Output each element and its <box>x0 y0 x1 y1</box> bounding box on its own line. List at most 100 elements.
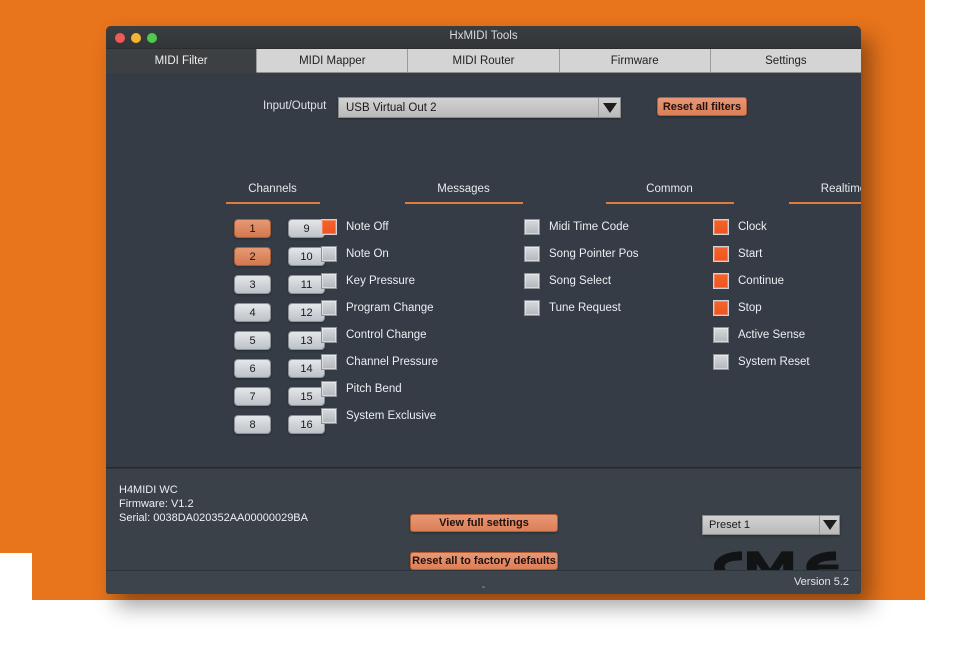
checkbox-label: Note On <box>346 248 389 260</box>
channel-button-12[interactable]: 12 <box>288 303 325 322</box>
io-label: Input/Output <box>263 100 326 112</box>
tab-firmware[interactable]: Firmware <box>560 49 711 73</box>
io-select-value: USB Virtual Out 2 <box>339 102 598 114</box>
page-edge-bottom <box>0 600 957 645</box>
checkbox-row-system-reset[interactable]: System Reset <box>713 354 810 370</box>
checkbox-row-song-select[interactable]: Song Select <box>524 273 639 289</box>
tab-label: MIDI Filter <box>155 55 208 67</box>
checkbox-key-pressure[interactable] <box>321 273 337 289</box>
checkbox-row-active-sense[interactable]: Active Sense <box>713 327 810 343</box>
tab-settings[interactable]: Settings <box>711 49 861 73</box>
checkbox-row-clock[interactable]: Clock <box>713 219 810 235</box>
checkbox-clock[interactable] <box>713 219 729 235</box>
column-header-common: Common <box>592 183 747 195</box>
checkbox-start[interactable] <box>713 246 729 262</box>
chevron-down-icon[interactable] <box>598 98 620 117</box>
checkbox-label: Active Sense <box>738 329 805 341</box>
channel-button-11[interactable]: 11 <box>288 275 325 294</box>
channel-button-5[interactable]: 5 <box>234 331 271 350</box>
tab-label: Firmware <box>611 55 659 67</box>
checkbox-row-note-on[interactable]: Note On <box>321 246 438 262</box>
checkbox-label: Key Pressure <box>346 275 415 287</box>
channel-column-left: 1 2 3 4 5 6 7 8 <box>234 219 271 434</box>
tab-midi-mapper[interactable]: MIDI Mapper <box>257 49 408 73</box>
reset-all-filters-button[interactable]: Reset all filters <box>657 97 747 116</box>
column-channels: Channels <box>195 183 350 204</box>
channel-button-4[interactable]: 4 <box>234 303 271 322</box>
checkbox-row-system-exclusive[interactable]: System Exclusive <box>321 408 438 424</box>
messages-checkbox-list[interactable]: Note Off Note On Key Pressure Program Ch… <box>321 219 438 424</box>
channel-button-3[interactable]: 3 <box>234 275 271 294</box>
io-select[interactable]: USB Virtual Out 2 <box>338 97 621 118</box>
tab-bar[interactable]: MIDI Filter MIDI Mapper MIDI Router Firm… <box>106 49 861 73</box>
checkbox-row-note-off[interactable]: Note Off <box>321 219 438 235</box>
common-checkbox-list[interactable]: Midi Time Code Song Pointer Pos Song Sel… <box>524 219 639 316</box>
column-common: Common <box>592 183 747 204</box>
realtime-checkbox-list[interactable]: Clock Start Continue Stop Active Sense <box>713 219 810 370</box>
window-title: HxMIDI Tools <box>106 30 861 42</box>
checkbox-pitch-bend[interactable] <box>321 381 337 397</box>
checkbox-continue[interactable] <box>713 273 729 289</box>
title-bar: HxMIDI Tools <box>106 26 861 49</box>
channel-button-grid[interactable]: 1 2 3 4 5 6 7 8 9 10 11 12 13 14 15 <box>234 219 325 434</box>
checkbox-row-control-change[interactable]: Control Change <box>321 327 438 343</box>
checkbox-row-start[interactable]: Start <box>713 246 810 262</box>
checkbox-note-off[interactable] <box>321 219 337 235</box>
checkbox-system-exclusive[interactable] <box>321 408 337 424</box>
channel-button-6[interactable]: 6 <box>234 359 271 378</box>
preset-select[interactable]: Preset 1 <box>702 515 840 535</box>
checkbox-row-tune-request[interactable]: Tune Request <box>524 300 639 316</box>
channel-button-10[interactable]: 10 <box>288 247 325 266</box>
channel-button-14[interactable]: 14 <box>288 359 325 378</box>
checkbox-row-stop[interactable]: Stop <box>713 300 810 316</box>
view-full-settings-button[interactable]: View full settings <box>410 514 558 532</box>
checkbox-row-pitch-bend[interactable]: Pitch Bend <box>321 381 438 397</box>
device-name: H4MIDI WC <box>119 483 308 497</box>
chevron-down-icon[interactable] <box>819 516 839 534</box>
checkbox-song-pointer-pos[interactable] <box>524 246 540 262</box>
checkbox-song-select[interactable] <box>524 273 540 289</box>
status-version: Version 5.2 <box>794 576 849 588</box>
checkbox-row-channel-pressure[interactable]: Channel Pressure <box>321 354 438 370</box>
tab-midi-router[interactable]: MIDI Router <box>408 49 559 73</box>
tab-label: MIDI Router <box>453 55 515 67</box>
channel-button-16[interactable]: 16 <box>288 415 325 434</box>
reset-to-factory-defaults-button[interactable]: Reset all to factory defaults <box>410 552 558 570</box>
channel-column-right: 9 10 11 12 13 14 15 16 <box>288 219 325 434</box>
checkbox-row-key-pressure[interactable]: Key Pressure <box>321 273 438 289</box>
checkbox-row-continue[interactable]: Continue <box>713 273 810 289</box>
column-rule <box>405 202 523 204</box>
channel-button-7[interactable]: 7 <box>234 387 271 406</box>
checkbox-active-sense[interactable] <box>713 327 729 343</box>
checkbox-row-song-pointer-pos[interactable]: Song Pointer Pos <box>524 246 639 262</box>
device-firmware: Firmware: V1.2 <box>119 497 308 511</box>
channel-button-8[interactable]: 8 <box>234 415 271 434</box>
checkbox-label: Continue <box>738 275 784 287</box>
channel-button-13[interactable]: 13 <box>288 331 325 350</box>
checkbox-label: Note Off <box>346 221 389 233</box>
checkbox-channel-pressure[interactable] <box>321 354 337 370</box>
channel-button-1[interactable]: 1 <box>234 219 271 238</box>
channel-button-2[interactable]: 2 <box>234 247 271 266</box>
checkbox-label: Song Select <box>549 275 611 287</box>
checkbox-row-midi-time-code[interactable]: Midi Time Code <box>524 219 639 235</box>
checkbox-note-on[interactable] <box>321 246 337 262</box>
column-header-realtime: Realtime <box>766 183 861 195</box>
checkbox-label: Clock <box>738 221 767 233</box>
checkbox-control-change[interactable] <box>321 327 337 343</box>
checkbox-tune-request[interactable] <box>524 300 540 316</box>
checkbox-stop[interactable] <box>713 300 729 316</box>
tab-midi-filter[interactable]: MIDI Filter <box>106 49 257 73</box>
checkbox-program-change[interactable] <box>321 300 337 316</box>
checkbox-label: Control Change <box>346 329 427 341</box>
channel-button-9[interactable]: 9 <box>288 219 325 238</box>
checkbox-system-reset[interactable] <box>713 354 729 370</box>
channel-button-15[interactable]: 15 <box>288 387 325 406</box>
column-header-messages: Messages <box>386 183 541 195</box>
checkbox-midi-time-code[interactable] <box>524 219 540 235</box>
preset-select-value: Preset 1 <box>703 519 819 531</box>
checkbox-row-program-change[interactable]: Program Change <box>321 300 438 316</box>
checkbox-label: Pitch Bend <box>346 383 402 395</box>
checkbox-label: Midi Time Code <box>549 221 629 233</box>
checkbox-label: System Exclusive <box>346 410 436 422</box>
